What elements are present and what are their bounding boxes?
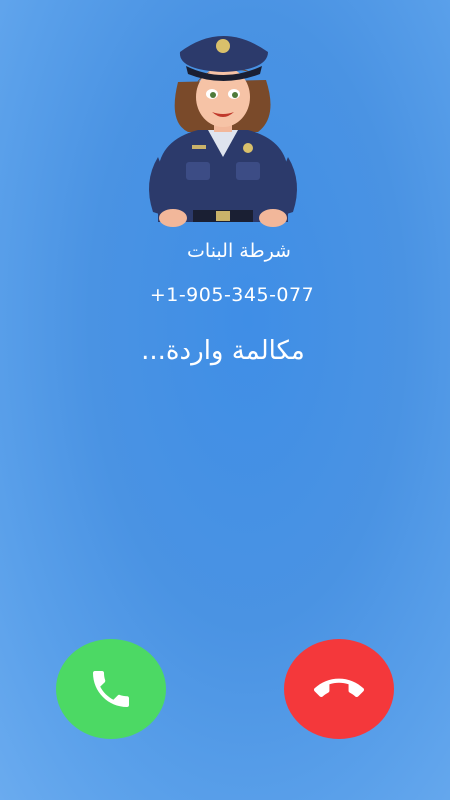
caller-name: شرطة البنات xyxy=(187,240,291,262)
phone-icon xyxy=(93,671,129,707)
policewoman-avatar xyxy=(149,36,297,227)
call-status: مكالمة واردة... xyxy=(141,336,305,366)
decline-call-button[interactable] xyxy=(284,639,394,739)
caller-avatar xyxy=(138,22,308,232)
accept-call-button[interactable] xyxy=(56,639,166,739)
caller-number: +1-905-345-077 xyxy=(149,284,315,306)
phone-hangup-icon xyxy=(314,678,364,698)
